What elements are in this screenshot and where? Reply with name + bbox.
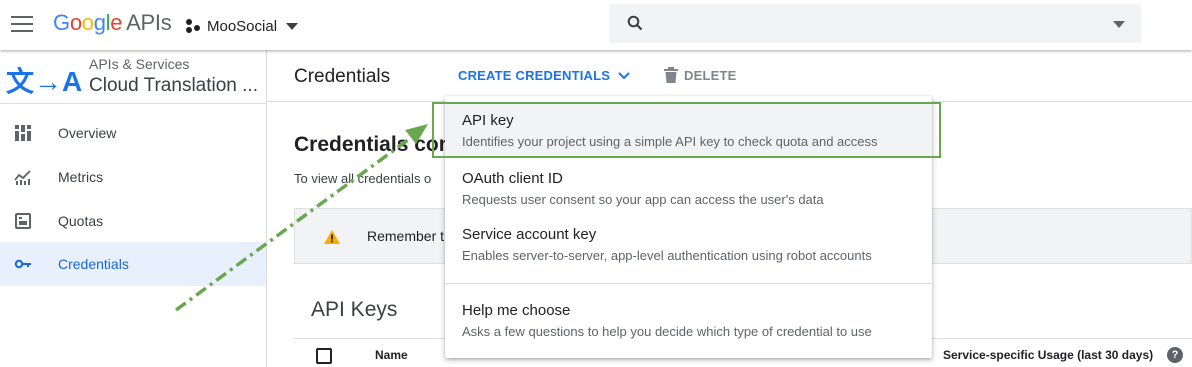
menu-item-description: Identifies your project using a simple A… <box>462 134 878 149</box>
logo-letter: o <box>69 10 82 35</box>
translate-icon: 文→A <box>6 66 83 97</box>
menu-item-description: Asks a few questions to help you decide … <box>462 324 872 339</box>
logo-apis-text: APIs <box>126 10 172 35</box>
api-keys-title: API Keys <box>311 298 398 321</box>
google-apis-logo[interactable]: Google APIs <box>53 10 172 36</box>
top-bar: Google APIs MooSocial <box>0 0 1192 50</box>
menu-item-title: Help me choose <box>462 302 571 319</box>
menu-item-title: OAuth client ID <box>462 170 563 187</box>
breadcrumb[interactable]: APIs & Services <box>89 56 189 72</box>
column-header-usage[interactable]: Service-specific Usage (last 30 days) <box>943 348 1153 362</box>
column-header-name[interactable]: Name <box>375 348 408 362</box>
create-credentials-menu: API key Identifies your project using a … <box>445 96 932 358</box>
chevron-down-icon <box>618 71 630 79</box>
section-description: To view all credentials o <box>294 171 432 186</box>
menu-item-api-key[interactable]: API key Identifies your project using a … <box>445 102 932 158</box>
api-title: Cloud Translation ... <box>89 75 258 96</box>
logo-letter: e <box>110 10 123 35</box>
sidebar-item-credentials[interactable]: Credentials <box>0 242 266 286</box>
section-heading: Credentials com <box>294 133 458 156</box>
sidebar-item-label: Quotas <box>58 213 104 229</box>
project-selector[interactable]: MooSocial <box>185 14 299 38</box>
notice-text: Remember t <box>367 228 445 244</box>
sidebar: 文→A APIs & Services Cloud Translation ..… <box>0 50 267 367</box>
search-expand-icon[interactable] <box>1113 21 1125 28</box>
sidebar-item-metrics[interactable]: Metrics <box>0 155 266 199</box>
sidebar-item-label: Credentials <box>58 256 129 272</box>
menu-item-description: Enables server-to-server, app-level auth… <box>462 248 872 263</box>
menu-icon[interactable] <box>11 16 33 32</box>
select-all-checkbox[interactable] <box>316 348 332 364</box>
menu-item-service-account-key[interactable]: Service account key Enables server-to-se… <box>445 214 932 270</box>
menu-item-description: Requests user consent so your app can ac… <box>462 192 824 207</box>
menu-item-title: Service account key <box>462 226 597 243</box>
sidebar-item-label: Overview <box>58 125 117 141</box>
help-icon[interactable]: ? <box>1167 347 1183 363</box>
logo-letter: g <box>93 10 106 35</box>
menu-item-title: API key <box>462 112 514 129</box>
trash-icon <box>664 67 678 83</box>
search-icon <box>627 15 643 31</box>
logo-letter: G <box>53 10 70 35</box>
warning-icon <box>324 230 340 244</box>
page-title: Credentials <box>294 66 391 87</box>
metrics-icon <box>14 170 31 185</box>
create-credentials-label: CREATE CREDENTIALS <box>458 68 611 83</box>
menu-item-help-me-choose[interactable]: Help me choose Asks a few questions to h… <box>445 292 932 348</box>
menu-item-oauth-client-id[interactable]: OAuth client ID Requests user consent so… <box>445 158 932 214</box>
caret-down-icon <box>286 22 299 30</box>
create-credentials-button[interactable]: CREATE CREDENTIALS <box>458 68 630 83</box>
quotas-icon <box>15 213 31 229</box>
sidebar-item-overview[interactable]: Overview <box>0 111 266 155</box>
sidebar-item-label: Metrics <box>58 169 104 185</box>
sidebar-item-quotas[interactable]: Quotas <box>0 199 266 243</box>
logo-letter: o <box>81 10 94 35</box>
search-bar[interactable] <box>609 4 1141 43</box>
dashboard-icon <box>15 125 31 141</box>
key-icon <box>14 259 31 269</box>
delete-label: DELETE <box>684 67 737 83</box>
project-dots-icon <box>186 19 200 33</box>
api-header: 文→A APIs & Services Cloud Translation ..… <box>0 50 266 104</box>
menu-divider <box>445 283 932 284</box>
delete-button[interactable]: DELETE <box>664 67 736 83</box>
project-name: MooSocial <box>207 17 278 35</box>
